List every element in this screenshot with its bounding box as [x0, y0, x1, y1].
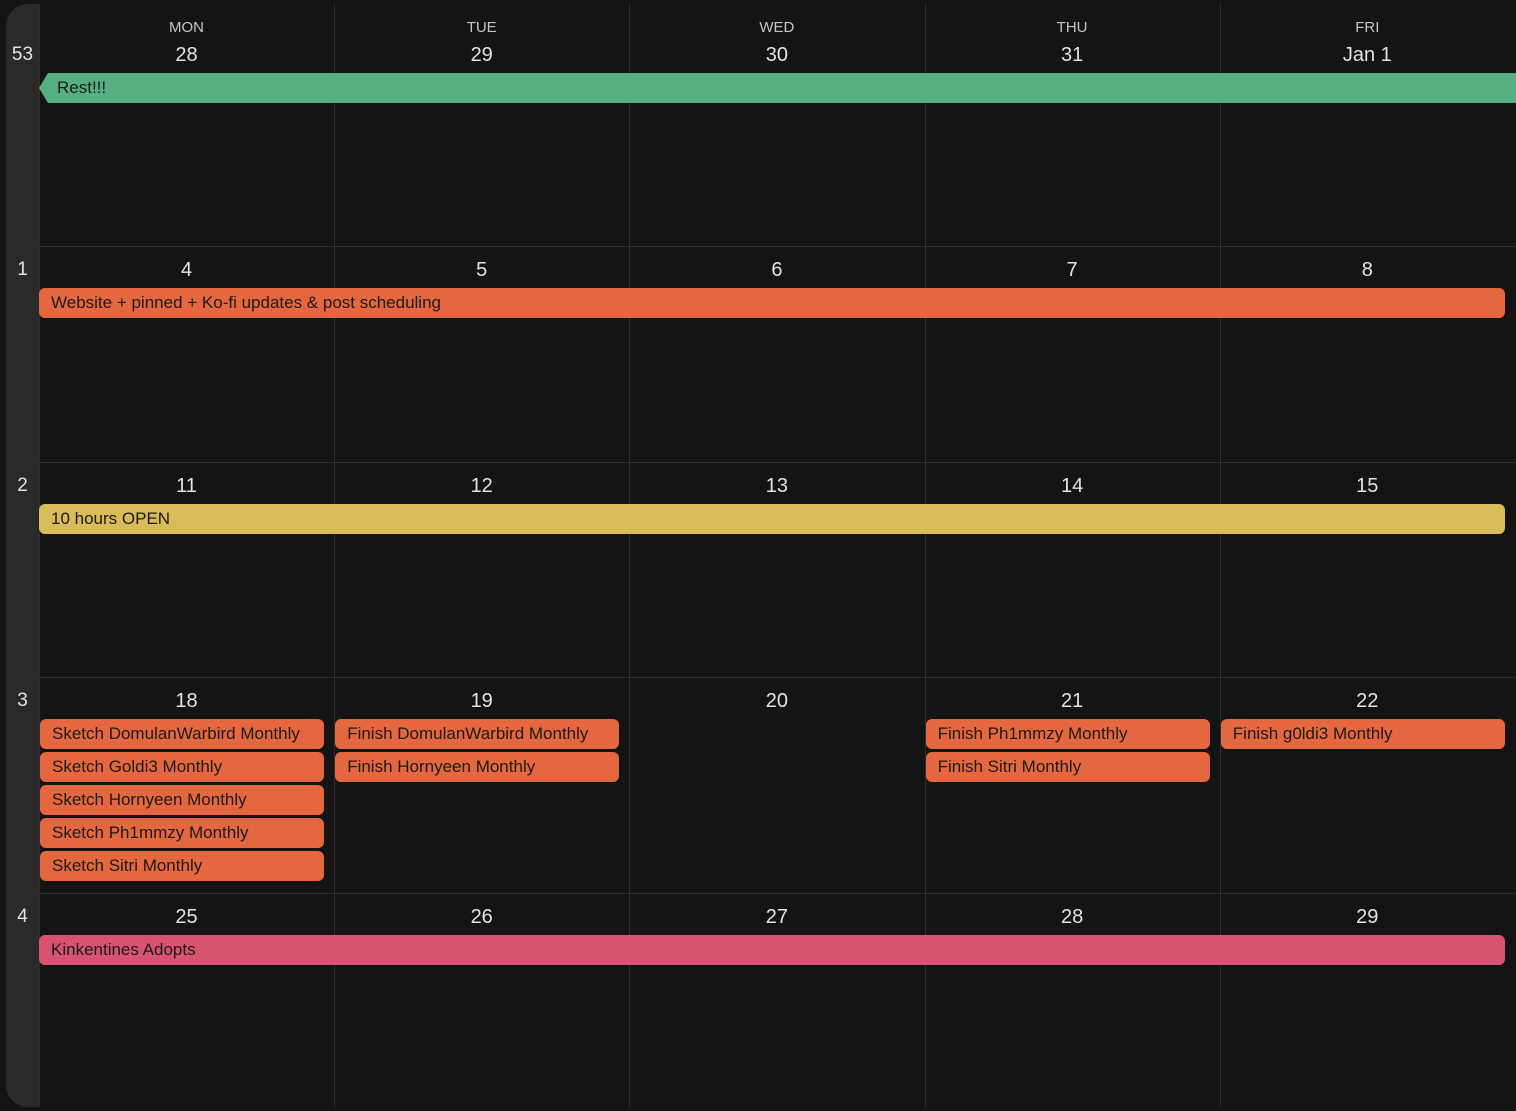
week-number[interactable]: 3	[6, 690, 39, 712]
week-divider	[6, 677, 1516, 678]
day-number[interactable]: 25	[39, 906, 334, 929]
day-number[interactable]: 15	[1220, 475, 1515, 498]
day-of-week-label: TUE	[466, 19, 497, 36]
day-event-chip[interactable]: Sketch Sitri Monthly	[40, 851, 325, 881]
day-of-week-label: FRI	[1355, 19, 1380, 36]
multi-day-event-bar[interactable]: Website + pinned + Ko-fi updates & post …	[39, 288, 1505, 318]
event-title: Finish Hornyeen Monthly	[347, 757, 536, 776]
day-number[interactable]: 28	[925, 906, 1220, 929]
day-number[interactable]: 8	[1220, 259, 1515, 282]
day-number[interactable]: 28	[39, 44, 334, 67]
day-number[interactable]: 5	[334, 259, 629, 282]
day-number[interactable]: 21	[925, 690, 1220, 713]
day-event-chip[interactable]: Sketch Hornyeen Monthly	[40, 785, 325, 815]
day-number[interactable]: 20	[629, 690, 924, 713]
multi-day-event-bar[interactable]: Kinkentines Adopts	[39, 935, 1505, 965]
day-of-week-label: WED	[759, 19, 795, 36]
event-title: Finish Sitri Monthly	[937, 757, 1082, 776]
day-number[interactable]: 30	[629, 44, 924, 67]
day-number[interactable]: 29	[1220, 906, 1515, 929]
day-of-week-label: MON	[169, 19, 204, 36]
week-number[interactable]: 4	[6, 906, 39, 928]
event-title: Sketch Ph1mmzy Monthly	[52, 823, 249, 842]
day-number[interactable]: 19	[334, 690, 629, 713]
day-number[interactable]: 6	[629, 259, 924, 282]
day-number[interactable]: 29	[334, 44, 629, 67]
event-title: Kinkentines Adopts	[51, 940, 196, 959]
day-of-week-label: THU	[1056, 19, 1088, 36]
day-event-chip[interactable]: Finish DomulanWarbird Monthly	[335, 719, 620, 749]
event-title: Sketch Sitri Monthly	[52, 856, 203, 875]
week-number[interactable]: 1	[6, 259, 39, 281]
day-event-chip[interactable]: Sketch Goldi3 Monthly	[40, 752, 325, 782]
day-number[interactable]: 18	[39, 690, 334, 713]
day-number[interactable]: 27	[629, 906, 924, 929]
day-number[interactable]: 7	[925, 259, 1220, 282]
week-number[interactable]: 53	[6, 44, 39, 66]
day-event-chip[interactable]: Finish g0ldi3 Monthly	[1220, 719, 1505, 749]
week-number-strip	[6, 4, 39, 1107]
day-number[interactable]: 11	[39, 475, 334, 498]
day-event-chip[interactable]: Finish Sitri Monthly	[925, 752, 1210, 782]
day-event-chip[interactable]: Sketch Ph1mmzy Monthly	[40, 818, 325, 848]
day-number[interactable]: 31	[925, 44, 1220, 67]
event-title: Finish DomulanWarbird Monthly	[347, 724, 589, 743]
event-title: 10 hours OPEN	[51, 509, 171, 528]
day-number[interactable]: Jan 1	[1220, 44, 1515, 67]
event-title: Finish g0ldi3 Monthly	[1232, 724, 1393, 743]
week-number[interactable]: 2	[6, 475, 39, 497]
event-title: Sketch DomulanWarbird Monthly	[52, 724, 300, 743]
calendar-month-view: MON TUE WED THU FRI 53 28 29 30 31 Jan 1 Rest!!! 1 4…	[6, 4, 1516, 1111]
event-title: Website + pinned + Ko-fi updates & post …	[51, 293, 441, 312]
day-number[interactable]: 13	[629, 475, 924, 498]
week-divider	[6, 246, 1516, 247]
day-event-chip[interactable]: Sketch DomulanWarbird Monthly	[40, 719, 325, 749]
event-title: Sketch Hornyeen Monthly	[52, 790, 247, 809]
event-title: Finish Ph1mmzy Monthly	[937, 724, 1128, 743]
day-event-chip[interactable]: Finish Ph1mmzy Monthly	[925, 719, 1210, 749]
day-number[interactable]: 26	[334, 906, 629, 929]
week-divider	[6, 893, 1516, 894]
multi-day-event-bar[interactable]: 10 hours OPEN	[39, 504, 1505, 534]
multi-day-event-bar[interactable]: Rest!!!	[48, 73, 1516, 103]
day-number[interactable]: 14	[925, 475, 1220, 498]
day-number[interactable]: 12	[334, 475, 629, 498]
event-title: Rest!!!	[57, 78, 107, 97]
day-number[interactable]: 22	[1220, 690, 1515, 713]
continues-from-previous-week-indicator	[39, 73, 48, 103]
week-divider	[6, 462, 1516, 463]
event-title: Sketch Goldi3 Monthly	[52, 757, 223, 776]
day-number[interactable]: 4	[39, 259, 334, 282]
day-event-chip[interactable]: Finish Hornyeen Monthly	[335, 752, 620, 782]
